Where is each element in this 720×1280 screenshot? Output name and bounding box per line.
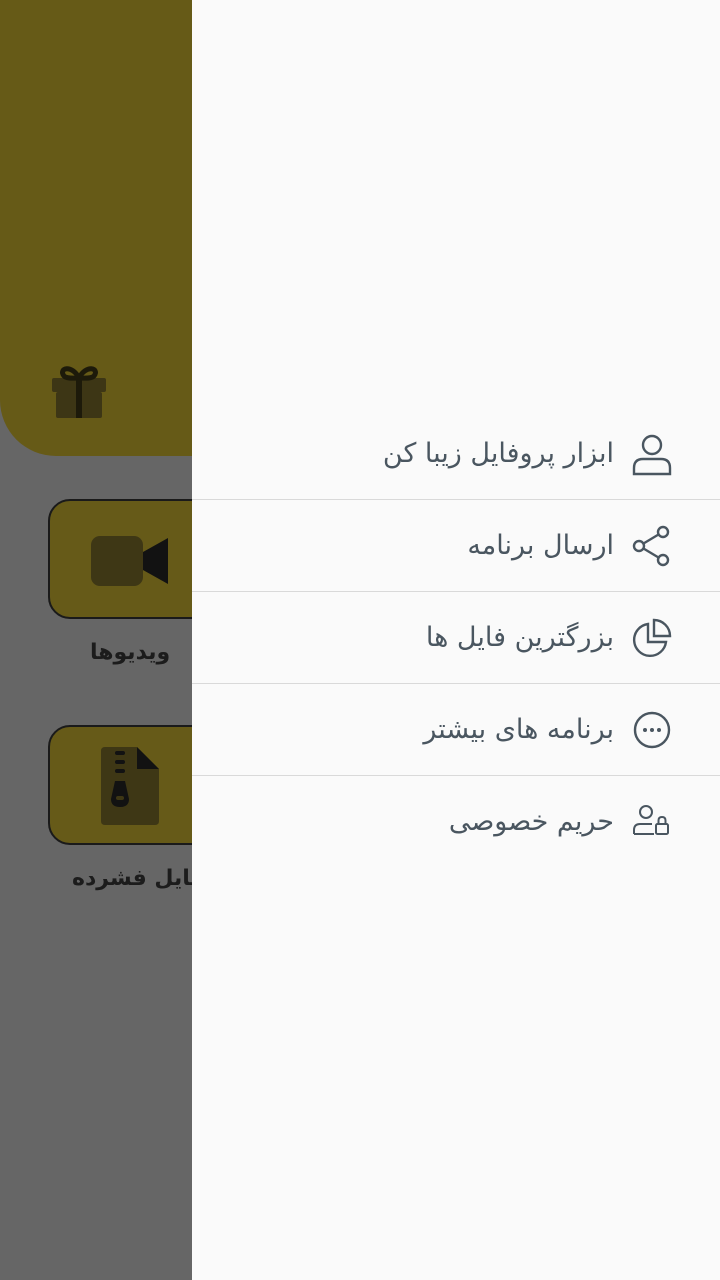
menu-item-label: ابزار پروفایل زیبا کن	[382, 438, 614, 469]
zip-files-tile-label: فایل فشرده	[72, 866, 205, 891]
menu-item-label: ارسال برنامه	[467, 530, 614, 561]
menu-item-label: برنامه های بیشتر	[423, 714, 614, 745]
menu-item-label: بزرگترین فایل ها	[425, 622, 614, 653]
zip-file-icon	[101, 747, 161, 829]
user-lock-icon	[630, 800, 674, 844]
user-icon	[630, 432, 674, 476]
menu-item-label: حریم خصوصی	[448, 806, 614, 837]
pie-chart-icon	[630, 616, 674, 660]
drawer-menu: ابزار پروفایل زیبا کن ارسال برنامه بزرگت…	[192, 408, 720, 868]
navigation-drawer: ابزار پروفایل زیبا کن ارسال برنامه بزرگت…	[192, 0, 720, 1280]
menu-item-profile-tool[interactable]: ابزار پروفایل زیبا کن	[192, 408, 720, 500]
share-icon	[630, 524, 674, 568]
menu-item-privacy[interactable]: حریم خصوصی	[192, 776, 720, 868]
menu-item-more-apps[interactable]: برنامه های بیشتر	[192, 684, 720, 776]
gift-icon[interactable]	[52, 364, 108, 420]
video-camera-icon	[91, 534, 171, 592]
more-dots-icon	[630, 708, 674, 752]
menu-item-share-app[interactable]: ارسال برنامه	[192, 500, 720, 592]
menu-item-largest-files[interactable]: بزرگترین فایل ها	[192, 592, 720, 684]
videos-tile-label: ویدیوها	[90, 640, 171, 665]
